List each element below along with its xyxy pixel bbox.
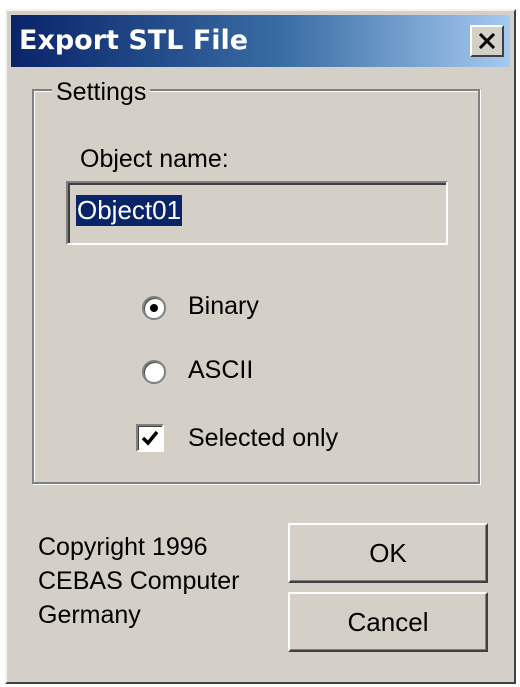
ascii-radio[interactable] bbox=[142, 360, 166, 384]
ascii-radio-label[interactable]: ASCII bbox=[188, 356, 253, 385]
settings-group-label: Settings bbox=[52, 78, 151, 107]
object-name-input[interactable]: Object01 bbox=[66, 181, 448, 245]
selected-only-checkbox[interactable] bbox=[136, 424, 164, 452]
checkmark-icon bbox=[141, 430, 159, 446]
ok-button[interactable]: OK bbox=[288, 523, 488, 583]
cancel-button[interactable]: Cancel bbox=[288, 592, 488, 652]
close-button[interactable] bbox=[470, 25, 504, 57]
selected-only-label[interactable]: Selected only bbox=[188, 424, 338, 453]
close-icon bbox=[478, 33, 496, 49]
window-title: Export STL File bbox=[19, 25, 249, 56]
binary-radio-label[interactable]: Binary bbox=[188, 292, 259, 321]
object-name-label: Object name: bbox=[80, 145, 229, 173]
copyright-line-3: Germany bbox=[38, 601, 141, 629]
copyright-line-2: CEBAS Computer bbox=[38, 567, 240, 595]
copyright-line-1: Copyright 1996 bbox=[38, 533, 208, 561]
binary-radio[interactable] bbox=[142, 296, 166, 320]
object-name-value: Object01 bbox=[76, 195, 183, 226]
title-bar[interactable]: Export STL File bbox=[11, 15, 510, 67]
